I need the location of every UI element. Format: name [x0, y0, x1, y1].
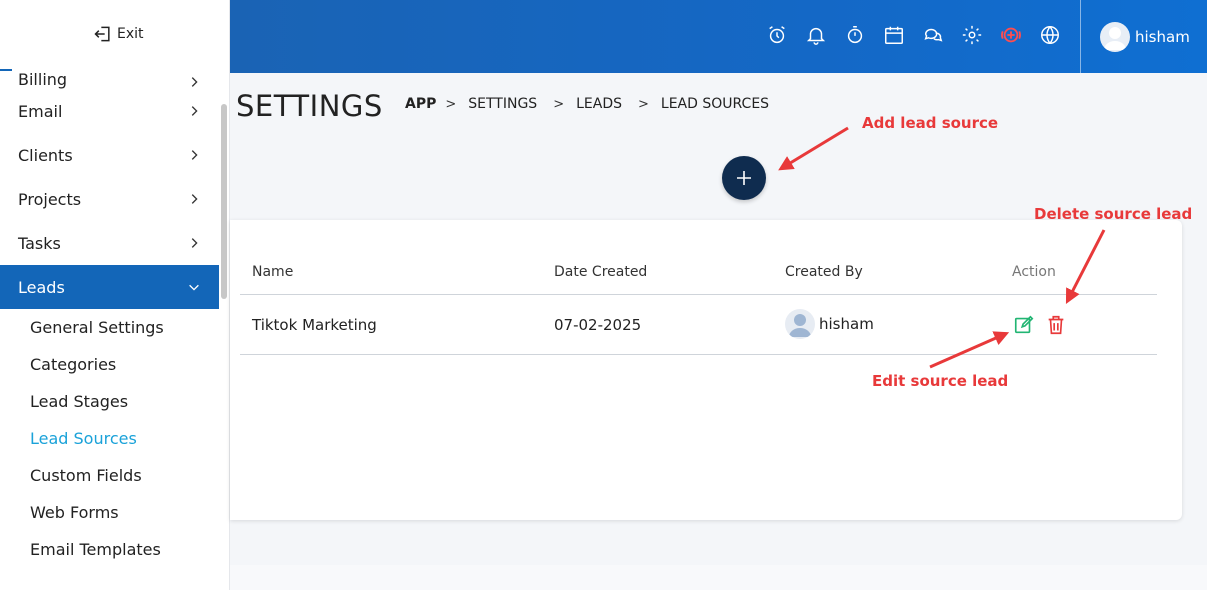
- cell-name: Tiktok Marketing: [252, 316, 377, 334]
- leads-submenu: General Settings Categories Lead Stages …: [0, 309, 219, 568]
- breadcrumb-item[interactable]: LEADS: [576, 96, 622, 112]
- main-content: SETTINGS APP > SETTINGS > LEADS > LEAD S…: [230, 73, 1207, 590]
- header-icons: [764, 22, 1062, 47]
- breadcrumb-separator-icon: >: [445, 96, 457, 112]
- column-header-created-by: Created By: [785, 264, 863, 280]
- cell-created-by: hisham: [785, 309, 874, 339]
- breadcrumb-item[interactable]: SETTINGS: [468, 96, 537, 112]
- plus-icon: [737, 171, 751, 185]
- header-divider: [1080, 0, 1081, 73]
- sidebar-menu: Billing Email Clients Projects Tasks Lea…: [0, 55, 219, 568]
- chevron-down-icon: [189, 284, 199, 291]
- sidebar-item-label: Billing: [18, 70, 68, 89]
- globe-icon[interactable]: [1037, 22, 1062, 47]
- sidebar-scrollbar[interactable]: [221, 104, 227, 299]
- add-circle-icon[interactable]: [998, 22, 1023, 47]
- trash-icon[interactable]: [1046, 314, 1066, 336]
- avatar: [785, 309, 815, 339]
- submenu-item-lead-sources[interactable]: Lead Sources: [0, 420, 219, 457]
- sidebar: Exit Billing Email Clients Projects Task…: [0, 0, 230, 590]
- user-menu[interactable]: hisham: [1100, 22, 1190, 52]
- lead-sources-table-card: Name Date Created Created By Action Tikt…: [230, 220, 1182, 520]
- chat-icon[interactable]: [920, 22, 945, 47]
- submenu-item-categories[interactable]: Categories: [0, 346, 219, 383]
- submenu-item-email-templates[interactable]: Email Templates: [0, 531, 219, 568]
- sidebar-item-email[interactable]: Email: [0, 89, 219, 133]
- annotation-delete: Delete source lead: [1034, 205, 1193, 223]
- table-row: Tiktok Marketing 07-02-2025 hisham: [240, 295, 1157, 355]
- exit-label: Exit: [117, 26, 144, 42]
- breadcrumb-item: LEAD SOURCES: [660, 96, 770, 112]
- sidebar-item-label: Clients: [18, 145, 73, 165]
- exit-button[interactable]: Exit: [93, 24, 144, 44]
- top-header: hisham: [230, 0, 1207, 73]
- chevron-right-icon: [191, 194, 198, 204]
- add-lead-source-button[interactable]: [722, 156, 766, 200]
- sidebar-item-label: Email: [18, 101, 63, 121]
- alarm-icon[interactable]: [764, 22, 789, 47]
- chevron-right-icon: [191, 150, 198, 160]
- sidebar-item-billing[interactable]: Billing: [0, 45, 219, 89]
- chevron-right-icon: [191, 77, 198, 87]
- cell-date: 07-02-2025: [554, 316, 642, 334]
- column-header-name: Name: [252, 264, 294, 280]
- sidebar-item-label: Projects: [18, 189, 82, 209]
- avatar: [1100, 22, 1130, 52]
- submenu-item-lead-stages[interactable]: Lead Stages: [0, 383, 219, 420]
- column-header-action: Action: [1012, 264, 1056, 280]
- table-header: Name Date Created Created By Action: [240, 250, 1157, 295]
- calendar-icon[interactable]: [881, 22, 906, 47]
- sidebar-item-leads[interactable]: Leads: [0, 265, 219, 309]
- created-by-name: hisham: [819, 315, 874, 333]
- breadcrumb: APP > SETTINGS > LEADS > LEAD SOURCES: [405, 96, 778, 112]
- annotation-edit: Edit source lead: [872, 372, 1009, 390]
- column-header-date: Date Created: [554, 264, 648, 280]
- sidebar-item-projects[interactable]: Projects: [0, 177, 219, 221]
- submenu-item-custom-fields[interactable]: Custom Fields: [0, 457, 219, 494]
- sidebar-item-label: Tasks: [18, 233, 61, 253]
- sidebar-item-label: Leads: [18, 277, 65, 297]
- exit-icon: [94, 26, 110, 42]
- chevron-right-icon: [191, 238, 198, 248]
- page-title: SETTINGS: [236, 89, 383, 123]
- breadcrumb-separator-icon: >: [553, 96, 565, 112]
- sidebar-item-tasks[interactable]: Tasks: [0, 221, 219, 265]
- breadcrumb-separator-icon: >: [638, 96, 649, 112]
- sidebar-item-clients[interactable]: Clients: [0, 133, 219, 177]
- gear-icon[interactable]: [959, 22, 984, 47]
- bell-icon[interactable]: [803, 22, 828, 47]
- chevron-right-icon: [191, 106, 198, 116]
- breadcrumb-item[interactable]: APP: [405, 96, 436, 112]
- stopwatch-icon[interactable]: [842, 22, 867, 47]
- app-root: Exit Billing Email Clients Projects Task…: [0, 0, 1207, 590]
- annotation-add: Add lead source: [862, 114, 999, 132]
- submenu-item-web-forms[interactable]: Web Forms: [0, 494, 219, 531]
- edit-icon[interactable]: [1013, 314, 1035, 336]
- footer-band: [230, 565, 1207, 590]
- username: hisham: [1135, 28, 1190, 46]
- submenu-item-general-settings[interactable]: General Settings: [0, 309, 219, 346]
